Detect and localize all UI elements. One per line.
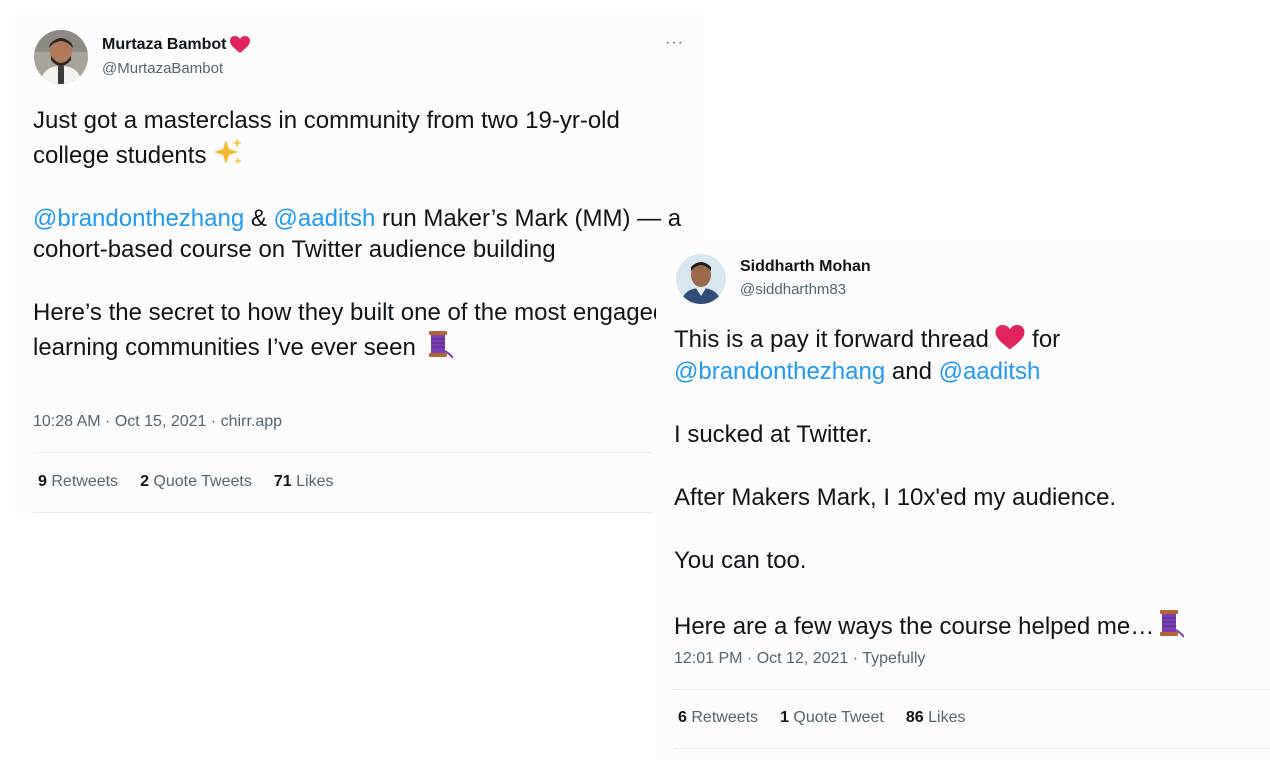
thread-spool-icon xyxy=(428,330,453,359)
tweet-card-siddharth: Siddharth Mohan @siddharthm83 This is a … xyxy=(656,240,1270,760)
author-name[interactable]: Siddharth Mohan xyxy=(740,258,871,276)
retweets-stat[interactable]: 6 Retweets xyxy=(678,709,758,727)
tweet-paragraph: Just got a masterclass in community from… xyxy=(33,107,620,169)
more-options-icon[interactable]: ··· xyxy=(665,34,684,52)
sparkles-icon xyxy=(214,137,243,165)
likes-stat[interactable]: 86 Likes xyxy=(906,709,966,727)
tweet-paragraph: @brandonthezhang and @aaditsh xyxy=(674,357,1041,385)
mention-link[interactable]: @aaditsh xyxy=(274,205,376,232)
tweet-timestamp[interactable]: 12:01 PM · Oct 12, 2021 · Typefully xyxy=(674,650,925,668)
thread-spool-icon xyxy=(1160,609,1185,638)
tweet-paragraph: I sucked at Twitter. xyxy=(674,420,873,448)
tweet-stats: 6 Retweets 1 Quote Tweet 86 Likes xyxy=(678,709,965,727)
red-heart-icon xyxy=(230,36,251,53)
red-heart-icon xyxy=(996,325,1025,350)
tweet-paragraph: @brandonthezhang & @aaditsh run Maker’s … xyxy=(33,204,682,264)
tweet-body: This is a pay it forward thread for @bra… xyxy=(674,324,1264,642)
mention-link[interactable]: @aaditsh xyxy=(939,358,1041,385)
quote-tweets-stat[interactable]: 1 Quote Tweet xyxy=(780,709,884,727)
likes-stat[interactable]: 71 Likes xyxy=(274,473,334,491)
divider xyxy=(674,748,1270,749)
author-name[interactable]: Murtaza Bambot xyxy=(102,36,251,54)
tweet-stats: 9 Retweets 2 Quote Tweets 71 Likes xyxy=(38,473,333,491)
avatar[interactable] xyxy=(676,254,726,304)
mention-link[interactable]: @brandonthezhang xyxy=(674,358,885,385)
retweets-stat[interactable]: 9 Retweets xyxy=(38,473,118,491)
divider xyxy=(674,689,1270,690)
tweet-card-murtaza: Murtaza Bambot @MurtazaBambot ··· Just g… xyxy=(14,14,704,514)
avatar[interactable] xyxy=(34,30,88,84)
divider xyxy=(33,512,653,513)
divider xyxy=(33,452,653,453)
tweet-body: Just got a masterclass in community from… xyxy=(33,105,698,363)
tweet-timestamp[interactable]: 10:28 AM · Oct 15, 2021 · chirr.app xyxy=(33,413,282,431)
mention-link[interactable]: @brandonthezhang xyxy=(33,205,244,232)
quote-tweets-stat[interactable]: 2 Quote Tweets xyxy=(140,473,252,491)
tweet-paragraph: This is a pay it forward thread for xyxy=(674,325,1061,353)
author-handle[interactable]: @MurtazaBambot xyxy=(102,60,223,77)
tweet-paragraph: You can too. xyxy=(674,546,807,574)
author-handle[interactable]: @siddharthm83 xyxy=(740,281,846,298)
tweet-paragraph: After Makers Mark, I 10x'ed my audience. xyxy=(674,483,1117,511)
tweet-paragraph: Here are a few ways the course helped me… xyxy=(674,608,1264,643)
tweet-paragraph: Here’s the secret to how they built one … xyxy=(33,299,667,361)
